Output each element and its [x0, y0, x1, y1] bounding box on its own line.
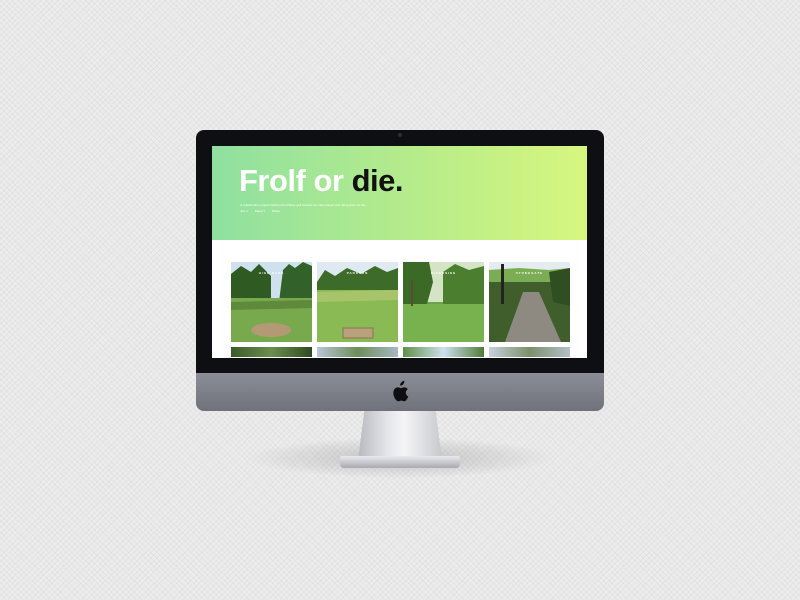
meta-item[interactable]: July 4 [240, 209, 248, 213]
imac-stand-base [340, 456, 460, 468]
site-description: A collaborative project tracking the fri… [240, 203, 368, 207]
website-screen: Frolf or die. A collaborative project tr… [212, 146, 587, 358]
site-title[interactable]: Frolf or die. [239, 163, 404, 198]
course-name: HIGH PARK [258, 271, 285, 275]
course-tile-stonegate[interactable]: STONEGATE [489, 262, 570, 342]
camera-icon [398, 133, 402, 137]
course-tile-partial[interactable] [489, 347, 570, 357]
course-tile-high-park[interactable]: HIGH PARK [231, 262, 312, 342]
course-tile-parkton[interactable]: PARKTON [317, 262, 398, 342]
course-tile-riverside[interactable]: RIVERSIDE [403, 262, 484, 342]
apple-logo-icon [393, 380, 409, 402]
course-name: STONEGATE [515, 271, 544, 275]
imac-stand-neck [358, 408, 442, 460]
site-title-part2: die. [351, 163, 404, 198]
course-grid: HIGH PARK PARKTON RIVERSIDE STONEGATE [231, 262, 571, 358]
imac-mockup: Frolf or die. A collaborative project tr… [0, 0, 800, 600]
site-title-part1: Frolf or [239, 163, 352, 198]
course-name: RIVERSIDE [430, 271, 457, 275]
meta-item[interactable]: Rated 7 [255, 209, 266, 213]
site-meta: July 4 Rated 7 Share [240, 209, 286, 213]
meta-item[interactable]: Share [272, 209, 280, 213]
course-tile-partial[interactable] [403, 347, 484, 357]
course-name: PARKTON [346, 271, 369, 275]
course-tile-partial[interactable] [231, 347, 312, 357]
hero-banner: Frolf or die. A collaborative project tr… [212, 146, 587, 240]
course-tile-partial[interactable] [317, 347, 398, 357]
